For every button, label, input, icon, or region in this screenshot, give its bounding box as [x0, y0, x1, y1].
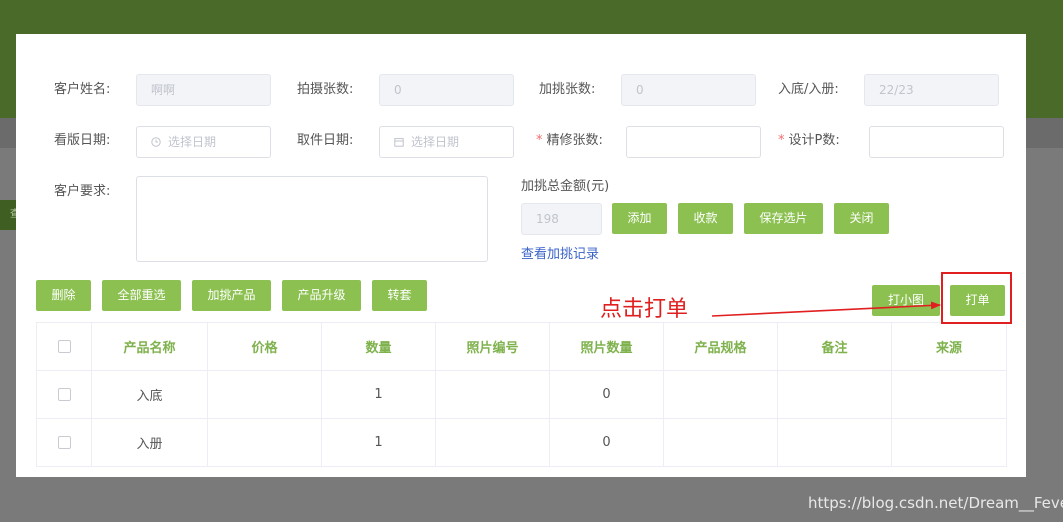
select-all-cell[interactable] — [36, 322, 92, 371]
collect-button[interactable]: 收款 — [678, 203, 733, 234]
view-extra-records-link[interactable]: 查看加挑记录 — [521, 243, 599, 262]
pickup-date-placeholder: 选择日期 — [411, 135, 460, 149]
table-header-row: 产品名称 价格 数量 照片编号 照片数量 产品规格 备注 来源 — [36, 322, 1007, 371]
pickup-date-label: 取件日期: — [297, 133, 354, 148]
pickup-date-picker[interactable]: 选择日期 — [379, 126, 514, 158]
design-pages-label: * 设计P数: — [778, 133, 840, 148]
requirements-label: 客户要求: — [54, 184, 111, 199]
photo-number-cell — [435, 370, 550, 419]
design-pages-input[interactable] — [869, 126, 1004, 158]
column-header: 来源 — [891, 322, 1007, 371]
note-cell — [777, 418, 892, 467]
photo-quantity-cell: 0 — [549, 418, 664, 467]
required-mark: * — [536, 133, 543, 148]
column-header: 产品名称 — [91, 322, 208, 371]
shoot-count-input[interactable]: 0 — [379, 74, 514, 106]
required-mark: * — [778, 133, 785, 148]
extra-count-label: 加挑张数: — [539, 82, 596, 97]
table-row[interactable]: 入底 1 0 — [36, 370, 1007, 419]
select-photos-dialog: 客户姓名: 啊啊 拍摄张数: 0 加挑张数: 0 入底/入册: 22/23 看版… — [16, 34, 1026, 477]
note-cell — [777, 370, 892, 419]
review-date-picker[interactable]: 选择日期 — [136, 126, 271, 158]
retouch-count-label: * 精修张数: — [536, 133, 603, 148]
delete-button[interactable]: 删除 — [36, 280, 91, 311]
spec-cell — [663, 418, 778, 467]
extra-total-input[interactable]: 198 — [521, 203, 602, 235]
table-row[interactable]: 入册 1 0 — [36, 418, 1007, 467]
save-selection-button[interactable]: 保存选片 — [744, 203, 823, 234]
column-header: 照片编号 — [435, 322, 550, 371]
column-header: 照片数量 — [549, 322, 664, 371]
transfer-package-button[interactable]: 转套 — [372, 280, 427, 311]
row-checkbox[interactable] — [57, 388, 71, 401]
source-cell — [891, 370, 1007, 419]
requirements-textarea[interactable] — [136, 176, 488, 262]
price-cell — [207, 418, 322, 467]
print-small-button[interactable]: 打小图 — [872, 285, 940, 316]
row-checkbox[interactable] — [57, 436, 71, 449]
highlight-box — [941, 272, 1012, 324]
quantity-cell: 1 — [321, 418, 436, 467]
review-date-label: 看版日期: — [54, 133, 111, 148]
row-select-cell[interactable] — [36, 370, 92, 419]
add-product-button[interactable]: 加挑产品 — [192, 280, 271, 311]
add-button[interactable]: 添加 — [612, 203, 667, 234]
column-header: 产品规格 — [663, 322, 778, 371]
product-name-cell: 入册 — [91, 418, 208, 467]
select-all-checkbox[interactable] — [57, 340, 71, 353]
row-select-cell[interactable] — [36, 418, 92, 467]
product-upgrade-button[interactable]: 产品升级 — [282, 280, 361, 311]
retouch-count-input[interactable] — [626, 126, 761, 158]
product-name-cell: 入底 — [91, 370, 208, 419]
watermark-text: https://blog.csdn.net/Dream__Fever — [808, 494, 1063, 512]
photo-number-cell — [435, 418, 550, 467]
photo-quantity-cell: 0 — [549, 370, 664, 419]
base-album-input[interactable]: 22/23 — [864, 74, 999, 106]
column-header: 价格 — [207, 322, 322, 371]
shoot-count-label: 拍摄张数: — [297, 82, 354, 97]
customer-name-input[interactable]: 啊啊 — [136, 74, 271, 106]
reselect-all-button[interactable]: 全部重选 — [102, 280, 181, 311]
calendar-icon — [394, 138, 404, 147]
annotation-text: 点击打单 — [600, 297, 689, 322]
spec-cell — [663, 370, 778, 419]
product-table: 产品名称 价格 数量 照片编号 照片数量 产品规格 备注 来源 入底 1 0 入… — [36, 322, 1007, 467]
price-cell — [207, 370, 322, 419]
review-date-placeholder: 选择日期 — [168, 135, 217, 149]
close-button[interactable]: 关闭 — [834, 203, 889, 234]
quantity-cell: 1 — [321, 370, 436, 419]
column-header: 数量 — [321, 322, 436, 371]
source-cell — [891, 418, 1007, 467]
extra-count-input[interactable]: 0 — [621, 74, 756, 106]
extra-total-label: 加挑总金额(元) — [521, 179, 610, 194]
side-tab[interactable]: 查 — [0, 200, 16, 230]
base-album-label: 入底/入册: — [778, 82, 839, 97]
customer-name-label: 客户姓名: — [54, 82, 111, 97]
column-header: 备注 — [777, 322, 892, 371]
clock-icon — [151, 137, 161, 147]
